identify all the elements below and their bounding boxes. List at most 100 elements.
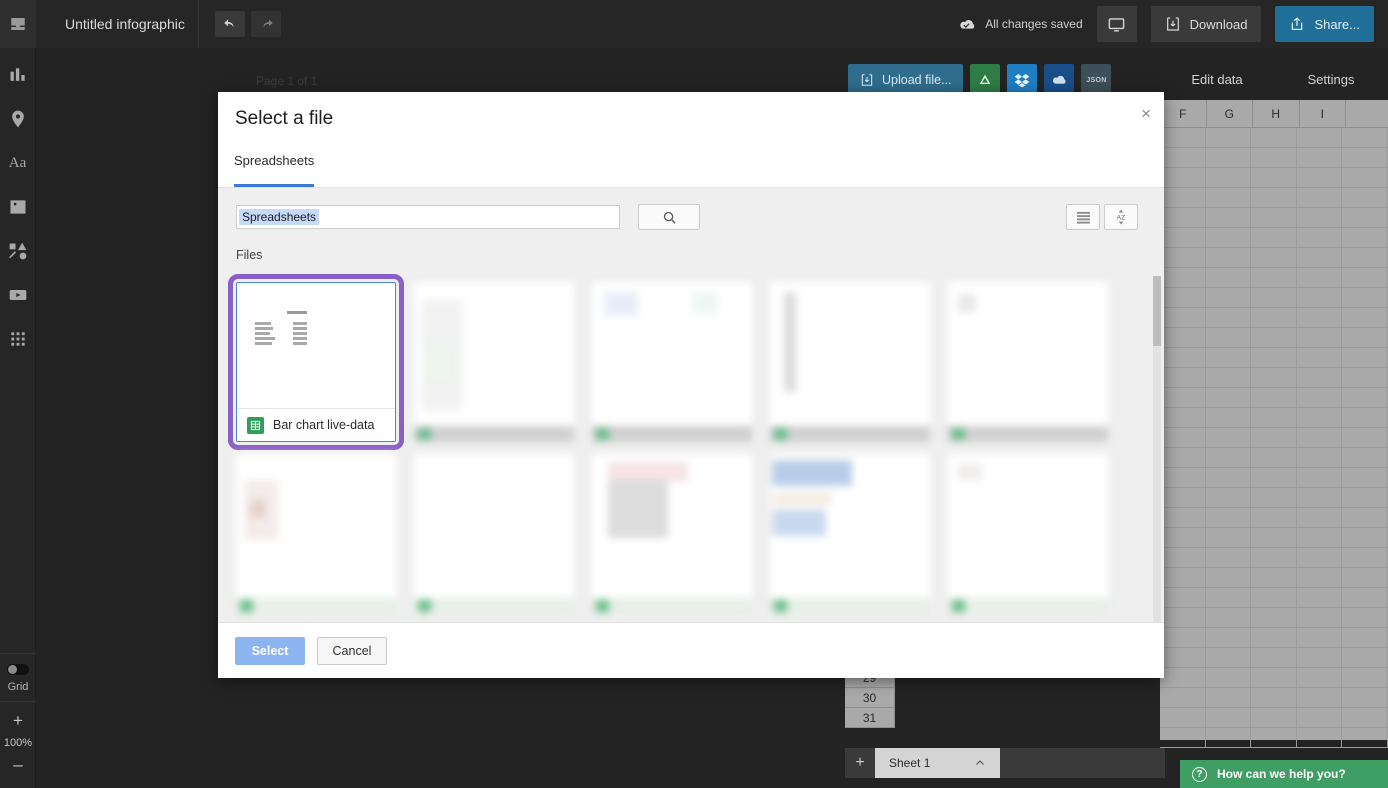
spreadsheet-cell[interactable] (1206, 348, 1252, 367)
spreadsheet-cell[interactable] (1160, 628, 1206, 647)
sort-az-button[interactable]: AZ (1104, 204, 1138, 230)
download-button[interactable]: Download (1151, 6, 1262, 42)
spreadsheet-cell[interactable] (1206, 588, 1252, 607)
files-scrollbar-thumb[interactable] (1153, 276, 1161, 346)
spreadsheet-row[interactable] (1160, 488, 1388, 508)
spreadsheet-cell[interactable] (1160, 248, 1206, 267)
spreadsheet-cell[interactable] (1251, 328, 1297, 347)
spreadsheet-cell[interactable] (1297, 128, 1343, 147)
spreadsheet-cell[interactable] (1160, 308, 1206, 327)
spreadsheet-cell[interactable] (1251, 728, 1297, 747)
spreadsheet-cell[interactable] (1206, 468, 1252, 487)
spreadsheet-row[interactable] (1160, 188, 1388, 208)
spreadsheet-cell[interactable] (1297, 348, 1343, 367)
spreadsheet-cell[interactable] (1342, 268, 1388, 287)
spreadsheet-cell[interactable] (1297, 328, 1343, 347)
spreadsheet-cell[interactable] (1206, 428, 1252, 447)
file-card-selected[interactable]: Bar chart live-data (236, 282, 396, 442)
spreadsheet-cell[interactable] (1206, 548, 1252, 567)
spreadsheet-cell[interactable] (1206, 708, 1252, 727)
spreadsheet-cell[interactable] (1297, 268, 1343, 287)
spreadsheet-row[interactable] (1160, 348, 1388, 368)
spreadsheet-cell[interactable] (1342, 148, 1388, 167)
spreadsheet-row[interactable] (1160, 448, 1388, 468)
spreadsheet-cell[interactable] (1251, 528, 1297, 547)
spreadsheet-cell[interactable] (1342, 308, 1388, 327)
spreadsheet-cell[interactable] (1251, 548, 1297, 567)
spreadsheet-cell[interactable] (1297, 688, 1343, 707)
spreadsheet-cell[interactable] (1342, 588, 1388, 607)
spreadsheet-cell[interactable] (1206, 648, 1252, 667)
list-view-button[interactable] (1066, 204, 1100, 230)
cancel-button[interactable]: Cancel (317, 637, 387, 665)
spreadsheet-grid[interactable] (1160, 128, 1388, 740)
tab-edit-data[interactable]: Edit data (1160, 72, 1274, 87)
spreadsheet-cell[interactable] (1160, 408, 1206, 427)
tab-spreadsheets[interactable]: Spreadsheets (234, 148, 314, 187)
tab-settings[interactable]: Settings (1274, 72, 1388, 87)
spreadsheet-cell[interactable] (1297, 248, 1343, 267)
spreadsheet-cell[interactable] (1297, 548, 1343, 567)
spreadsheet-cell[interactable] (1342, 628, 1388, 647)
spreadsheet-cell[interactable] (1160, 368, 1206, 387)
spreadsheet-cell[interactable] (1160, 168, 1206, 187)
share-button[interactable]: Share... (1275, 6, 1374, 42)
spreadsheet-cell[interactable] (1160, 528, 1206, 547)
spreadsheet-cell[interactable] (1251, 608, 1297, 627)
spreadsheet-cell[interactable] (1160, 508, 1206, 527)
spreadsheet-cell[interactable] (1342, 348, 1388, 367)
search-button[interactable] (638, 204, 700, 230)
spreadsheet-cell[interactable] (1342, 208, 1388, 227)
spreadsheet-cell[interactable] (1342, 328, 1388, 347)
spreadsheet-cell[interactable] (1160, 288, 1206, 307)
spreadsheet-cell[interactable] (1251, 628, 1297, 647)
spreadsheet-cell[interactable] (1251, 188, 1297, 207)
spreadsheet-cell[interactable] (1342, 728, 1388, 747)
column-header-G[interactable]: G (1207, 100, 1254, 128)
spreadsheet-cell[interactable] (1160, 588, 1206, 607)
spreadsheet-cell[interactable] (1297, 188, 1343, 207)
spreadsheet-cell[interactable] (1251, 168, 1297, 187)
file-card-placeholder[interactable] (948, 282, 1108, 442)
spreadsheet-cell[interactable] (1206, 168, 1252, 187)
spreadsheet-cell[interactable] (1297, 648, 1343, 667)
sidebar-item-video[interactable] (7, 284, 29, 306)
close-icon[interactable]: × (1141, 104, 1151, 124)
redo-button[interactable] (251, 11, 281, 37)
spreadsheet-row[interactable] (1160, 328, 1388, 348)
spreadsheet-row[interactable] (1160, 548, 1388, 568)
sidebar-item-text[interactable]: Aa (7, 152, 29, 174)
file-card-placeholder[interactable] (770, 454, 930, 614)
spreadsheet-cell[interactable] (1160, 228, 1206, 247)
spreadsheet-cell[interactable] (1206, 288, 1252, 307)
file-card-placeholder[interactable] (948, 454, 1108, 614)
spreadsheet-row[interactable] (1160, 148, 1388, 168)
spreadsheet-cell[interactable] (1297, 168, 1343, 187)
spreadsheet-cell[interactable] (1342, 428, 1388, 447)
spreadsheet-row[interactable] (1160, 268, 1388, 288)
spreadsheet-cell[interactable] (1342, 548, 1388, 567)
spreadsheet-row[interactable] (1160, 588, 1388, 608)
zoom-out-button[interactable]: – (0, 756, 36, 774)
spreadsheet-cell[interactable] (1342, 248, 1388, 267)
row-number[interactable]: 30 (845, 688, 895, 708)
spreadsheet-cell[interactable] (1342, 488, 1388, 507)
files-scrollbar[interactable] (1153, 276, 1161, 622)
spreadsheet-cell[interactable] (1251, 588, 1297, 607)
spreadsheet-cell[interactable] (1206, 388, 1252, 407)
spreadsheet-cell[interactable] (1342, 568, 1388, 587)
spreadsheet-cell[interactable] (1251, 448, 1297, 467)
spreadsheet-cell[interactable] (1297, 388, 1343, 407)
spreadsheet-cell[interactable] (1297, 368, 1343, 387)
spreadsheet-row[interactable] (1160, 368, 1388, 388)
spreadsheet-cell[interactable] (1342, 708, 1388, 727)
app-logo[interactable] (0, 0, 36, 48)
spreadsheet-cell[interactable] (1251, 668, 1297, 687)
spreadsheet-cell[interactable] (1206, 568, 1252, 587)
spreadsheet-cell[interactable] (1342, 368, 1388, 387)
spreadsheet-cell[interactable] (1160, 188, 1206, 207)
spreadsheet-row[interactable] (1160, 168, 1388, 188)
spreadsheet-cell[interactable] (1297, 588, 1343, 607)
select-button[interactable]: Select (235, 637, 305, 665)
spreadsheet-cell[interactable] (1297, 728, 1343, 747)
